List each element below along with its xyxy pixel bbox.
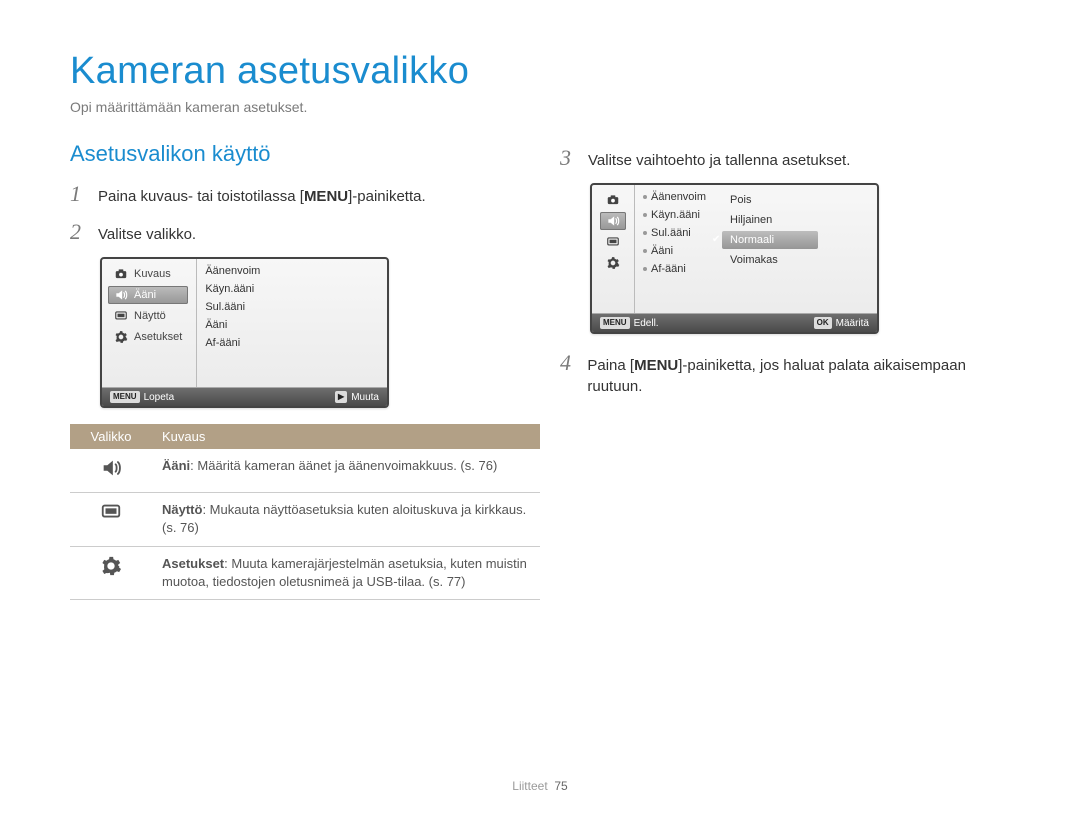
nav-chip: ▶ (335, 391, 347, 403)
footer-section-label: Liitteet (512, 779, 547, 793)
menu-tab-display[interactable]: Näyttö (108, 307, 188, 325)
footer-right-action: ▶ Muuta (335, 391, 379, 403)
ok-chip: OK (814, 317, 832, 329)
camera-icon (114, 267, 128, 281)
step-text-post: ]-painiketta. (348, 188, 426, 205)
camera-screen-footer: MENU Edell. OK Määritä (592, 313, 877, 332)
menu-chip: MENU (600, 317, 630, 329)
column-left: Asetusvalikon käyttö 1 Paina kuvaus- tai… (70, 141, 520, 600)
step-number: 3 (560, 145, 578, 171)
camera-screen-options: Äänenvoim Käyn.ääni Sul.ääni Ääni Af-ääni Po… (590, 183, 879, 334)
submenu-item[interactable]: Äänenvoim (205, 265, 260, 277)
table-icon-cell (70, 546, 152, 599)
menu-tab-sound[interactable]: Ääni (108, 286, 188, 304)
submenu-item[interactable]: Käyn.ääni (205, 283, 260, 295)
menu-tab-label: Ääni (134, 289, 156, 301)
submenu-item[interactable]: Ääni (205, 319, 260, 331)
table-row: Näyttö: Mukauta näyttöasetuksia kuten al… (70, 493, 540, 546)
step-text: Valitse valikko. (98, 224, 196, 245)
section-heading: Asetusvalikon käyttö (70, 141, 520, 167)
table-row: Ääni: Määritä kameran äänet ja äänenvoim… (70, 449, 540, 493)
step-number: 2 (70, 219, 88, 245)
table-desc-cell: Asetukset: Muuta kamerajärjestelmän aset… (152, 546, 540, 599)
step-2: 2 Valitse valikko. (70, 219, 520, 245)
footer-right-label: Muuta (351, 392, 379, 403)
menu-chip: MENU (110, 391, 140, 403)
page-title: Kameran asetusvalikko (70, 50, 1010, 93)
menu-tab-display[interactable] (600, 233, 626, 251)
menu-tab-label: Kuvaus (134, 268, 171, 280)
menu-tab-gear[interactable]: Asetukset (108, 328, 188, 346)
footer-right-label: Määritä (836, 318, 869, 329)
camera-icon (606, 193, 620, 207)
gear-icon (114, 330, 128, 344)
manual-page: Kameran asetusvalikko Opi määrittämään k… (0, 0, 1080, 815)
submenu-item[interactable]: Af-ääni (205, 337, 260, 349)
step-4: 4 Paina [MENU]-painiketta, jos haluat pa… (560, 350, 1010, 397)
option-item[interactable]: Hiljainen (722, 211, 818, 229)
two-column-layout: Asetusvalikon käyttö 1 Paina kuvaus- tai… (70, 141, 1010, 600)
submenu-list: Äänenvoim Käyn.ääni Sul.ääni Ääni Af-ääni (643, 191, 706, 307)
menu-tab-camera[interactable] (600, 191, 626, 209)
camera-screen-footer: MENU Lopeta ▶ Muuta (102, 387, 387, 406)
menu-tab-gear[interactable] (600, 254, 626, 272)
sound-icon (114, 288, 128, 302)
footer-left-action: MENU Edell. (600, 317, 659, 329)
footer-left-action: MENU Lopeta (110, 391, 174, 403)
step-3: 3 Valitse vaihtoehto ja tallenna asetuks… (560, 145, 1010, 171)
display-icon (114, 309, 128, 323)
gear-icon (606, 256, 620, 270)
option-item[interactable]: Normaali (722, 231, 818, 249)
footer-left-label: Edell. (634, 318, 659, 329)
submenu-item[interactable]: Sul.ääni (643, 227, 706, 239)
step-number: 1 (70, 181, 88, 207)
menu-key-label: MENU (634, 357, 678, 374)
option-item[interactable]: Pois (722, 191, 818, 209)
sound-icon (100, 467, 122, 482)
submenu-item[interactable]: Sul.ääni (205, 301, 260, 313)
menu-description-table: Valikko Kuvaus Ääni: Määritä kameran ään… (70, 424, 540, 600)
table-icon-cell (70, 493, 152, 546)
menu-sidebar: Kuvaus Ääni Näyttö Asetukset (102, 259, 197, 387)
submenu-list: Äänenvoim Käyn.ääni Sul.ääni Ääni Af-ääni (205, 265, 260, 381)
camera-screen-menu: Kuvaus Ääni Näyttö Asetukset Äänenvoim Käyn.… (100, 257, 389, 408)
page-footer: Liitteet 75 (0, 779, 1080, 793)
column-right: 3 Valitse vaihtoehto ja tallenna asetuks… (560, 141, 1010, 600)
sound-icon (606, 214, 620, 228)
menu-tab-label: Näyttö (134, 310, 166, 322)
menu-content: Äänenvoim Käyn.ääni Sul.ääni Ääni Af-ääni (197, 259, 387, 387)
table-row: Asetukset: Muuta kamerajärjestelmän aset… (70, 546, 540, 599)
display-icon (606, 235, 620, 249)
menu-tab-camera[interactable]: Kuvaus (108, 265, 188, 283)
submenu-item[interactable]: Äänenvoim (643, 191, 706, 203)
table-desc-cell: Näyttö: Mukauta näyttöasetuksia kuten al… (152, 493, 540, 546)
submenu-item[interactable]: Af-ääni (643, 263, 706, 275)
footer-left-label: Lopeta (144, 392, 175, 403)
step-text: Paina kuvaus- tai toistotilassa [MENU]-p… (98, 186, 426, 207)
table-icon-cell (70, 449, 152, 493)
step-text-pre: Paina kuvaus- tai toistotilassa [ (98, 188, 304, 205)
menu-tab-sound[interactable] (600, 212, 626, 230)
table-desc-cell: Ääni: Määritä kameran äänet ja äänenvoim… (152, 449, 540, 493)
step-text-pre: Paina [ (587, 357, 634, 374)
gear-icon (100, 565, 122, 580)
menu-content: Äänenvoim Käyn.ääni Sul.ääni Ääni Af-ääni Po… (635, 185, 877, 313)
submenu-item[interactable]: Käyn.ääni (643, 209, 706, 221)
step-1: 1 Paina kuvaus- tai toistotilassa [MENU]… (70, 181, 520, 207)
step-number: 4 (560, 350, 577, 376)
page-number: 75 (554, 779, 567, 793)
table-head-menu: Valikko (70, 424, 152, 449)
option-item[interactable]: Voimakas (722, 251, 818, 269)
footer-right-action: OK Määritä (814, 317, 869, 329)
menu-icon-rail (592, 185, 635, 313)
value-picker: Pois Hiljainen Normaali Voimakas (722, 191, 818, 307)
menu-key-label: MENU (304, 188, 348, 205)
step-text: Valitse vaihtoehto ja tallenna asetukset… (588, 150, 850, 171)
table-head-desc: Kuvaus (152, 424, 540, 449)
page-intro: Opi määrittämään kameran asetukset. (70, 99, 1010, 115)
step-text: Paina [MENU]-painiketta, jos haluat pala… (587, 355, 1010, 397)
menu-tab-label: Asetukset (134, 331, 182, 343)
submenu-item[interactable]: Ääni (643, 245, 706, 257)
display-icon (100, 511, 122, 526)
